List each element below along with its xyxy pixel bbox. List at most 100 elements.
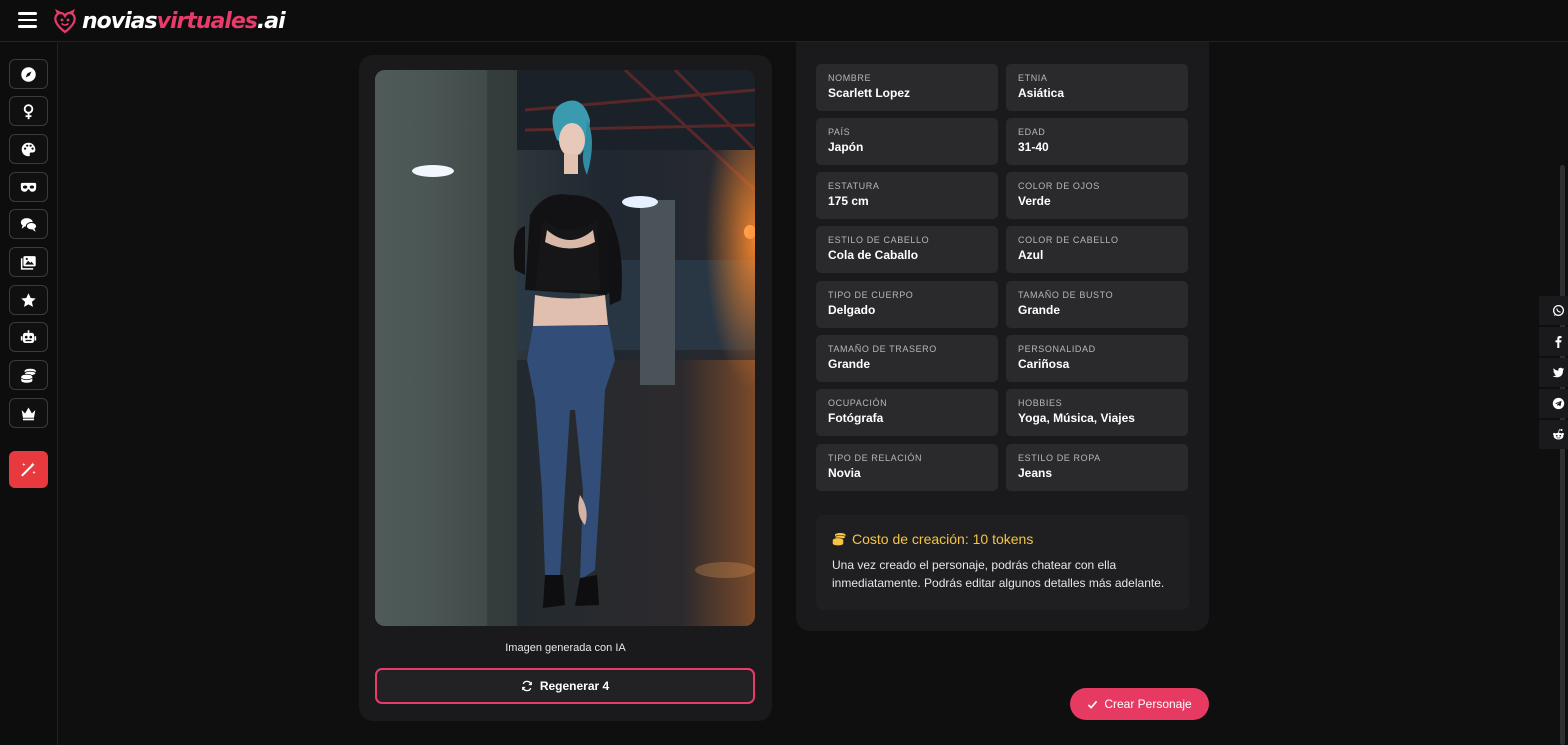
field-label: PAÍS [828,127,851,137]
magic-wand-icon [21,462,36,477]
regenerate-label: Regenerar 4 [539,679,610,693]
sidebar-item-girlfriends[interactable] [9,96,48,126]
field-label: ESTILO DE ROPA [1018,453,1101,463]
star-icon [21,292,36,307]
field-color-de-ojos: COLOR DE OJOS Verde [1006,172,1188,219]
field-value: Japón [828,140,864,154]
field-label: OCUPACIÓN [828,398,888,408]
details-card: NOMBRE Scarlett Lopez ETNIA Asiática PAÍS J… [796,42,1209,631]
field-value: Cola de Caballo [828,248,919,262]
logo-part-ai: .ai [256,8,286,34]
logo-part-virtuales: virtuales [156,8,258,34]
cost-title: Costo de creación: 10 tokens [852,531,1034,547]
field-value: Asiática [1018,86,1065,100]
share-reddit-button[interactable] [1539,420,1568,449]
create-character-button[interactable]: Crear Personaje [1070,688,1209,720]
field-label: NOMBRE [828,73,872,83]
regenerate-button[interactable]: Regenerar 4 [375,668,755,704]
field-edad: EDAD 31-40 [1006,118,1188,165]
field-tipo-de-relacion: TIPO DE RELACIÓN Novia [816,444,998,491]
hamburger-icon[interactable] [18,12,37,28]
facebook-icon [1555,336,1562,348]
twitter-icon [1552,367,1565,378]
reddit-icon [1553,429,1564,440]
refresh-icon [521,680,532,692]
sidebar-item-generate[interactable] [9,451,48,488]
logo-part-novias: novias [82,8,158,34]
field-value: Cariñosa [1018,357,1070,371]
create-character-label: Crear Personaje [1104,697,1192,711]
field-personalidad: PERSONALIDAD Cariñosa [1006,335,1188,382]
field-tipo-de-cuerpo: TIPO DE CUERPO Delgado [816,281,998,328]
coins-icon [20,368,37,383]
sidebar-item-tokens[interactable] [9,360,48,390]
field-label: ESTILO DE CABELLO [828,235,930,245]
share-facebook-button[interactable] [1539,327,1568,356]
field-tamano-de-busto: TAMAÑO DE BUSTO Grande [1006,281,1188,328]
crown-icon [21,407,36,420]
check-icon [1088,700,1098,709]
whatsapp-icon [1552,304,1565,317]
character-photo-illustration [375,70,755,626]
field-value: Jeans [1018,466,1053,480]
field-pais: PAÍS Japón [816,118,998,165]
field-value: Novia [828,466,861,480]
compass-icon [21,66,36,82]
field-nombre: NOMBRE Scarlett Lopez [816,64,998,111]
field-value: Grande [1018,303,1061,317]
logo-text: noviasvirtuales.ai [82,8,286,34]
share-telegram-button[interactable] [1539,389,1568,418]
field-value: Delgado [828,303,876,317]
field-value: Fotógrafa [828,411,884,425]
field-tamano-de-trasero: TAMAÑO DE TRASERO Grande [816,335,998,382]
sidebar [0,43,58,745]
sidebar-item-create[interactable] [9,134,48,164]
field-label: COLOR DE CABELLO [1018,235,1119,245]
field-value: Grande [828,357,871,371]
field-label: TIPO DE CUERPO [828,290,914,300]
field-hobbies: HOBBIES Yoga, Música, Viajes [1006,389,1188,436]
field-label: TAMAÑO DE BUSTO [1018,290,1114,300]
share-twitter-button[interactable] [1539,358,1568,387]
character-image[interactable] [375,70,755,626]
sidebar-item-ai-bots[interactable] [9,322,48,352]
field-label: EDAD [1018,127,1046,137]
sidebar-item-explore[interactable] [9,59,48,89]
field-value: Yoga, Música, Viajes [1018,411,1135,425]
creation-cost-box: Costo de creación: 10 tokens Una vez cre… [816,515,1189,610]
cost-description: Una vez creado el personaje, podrás chat… [832,558,1165,590]
field-value: 175 cm [828,194,869,208]
chat-bubbles-icon [20,217,37,232]
coins-icon [832,533,846,546]
sidebar-item-premium[interactable] [9,398,48,428]
sidebar-item-roleplay[interactable] [9,172,48,202]
logo[interactable]: noviasvirtuales.ai [52,5,286,37]
scrollbar[interactable] [1560,165,1565,745]
field-estilo-de-cabello: ESTILO DE CABELLO Cola de Caballo [816,226,998,273]
field-label: PERSONALIDAD [1018,344,1096,354]
field-label: HOBBIES [1018,398,1063,408]
sidebar-item-chats[interactable] [9,209,48,239]
sidebar-item-gallery[interactable] [9,247,48,277]
palette-icon [21,142,36,156]
devil-heart-icon [54,9,76,34]
preview-card: Imagen generada con IA Regenerar 4 [359,55,772,721]
field-value: Verde [1018,194,1051,208]
field-ocupacion: OCUPACIÓN Fotógrafa [816,389,998,436]
field-value: Azul [1018,248,1044,262]
field-label: ESTATURA [828,181,880,191]
field-label: ETNIA [1018,73,1048,83]
field-estilo-de-ropa: ESTILO DE ROPA Jeans [1006,444,1188,491]
sidebar-item-favorites[interactable] [9,285,48,315]
field-label: TAMAÑO DE TRASERO [828,344,937,354]
share-whatsapp-button[interactable] [1539,296,1568,325]
field-label: TIPO DE RELACIÓN [828,453,923,463]
field-value: Scarlett Lopez [828,86,911,100]
robot-icon [20,329,37,343]
gallery-icon [20,255,36,270]
field-label: COLOR DE OJOS [1018,181,1100,191]
top-bar: noviasvirtuales.ai [0,0,1568,42]
field-estatura: ESTATURA 175 cm [816,172,998,219]
field-etnia: ETNIA Asiática [1006,64,1188,111]
cost-title-row: Costo de creación: 10 tokens [832,531,1173,547]
